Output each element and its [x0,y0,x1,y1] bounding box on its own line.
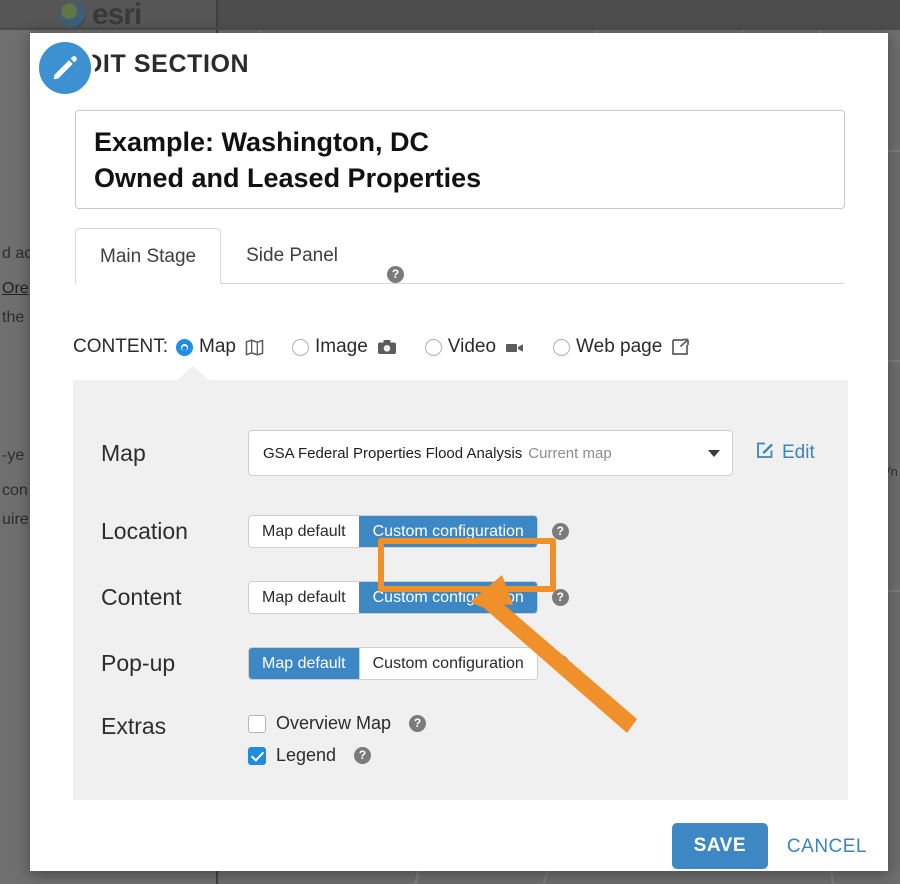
settings-row-location: Location Map default Custom configuratio… [73,515,848,548]
location-toggle-group: Map default Custom configuration [248,515,538,548]
tab-main-stage[interactable]: Main Stage [75,228,221,284]
save-button[interactable]: SAVE [672,823,768,869]
map-settings-panel: Map GSA Federal Properties Flood Analysi… [73,380,848,800]
radio-option-video[interactable]: Video [425,336,525,358]
popup-toggle-group: Map default Custom configuration [248,647,538,680]
section-title-text: Example: Washington, DC Owned and Leased… [94,125,826,197]
edit-map-label: Edit [782,442,815,464]
radio-map-indicator[interactable] [176,339,193,356]
tab-side-panel[interactable]: Side Panel [221,227,363,283]
checkbox-overview-map[interactable]: Overview Map ? [248,713,426,734]
section-title-input[interactable]: Example: Washington, DC Owned and Leased… [75,110,845,209]
content-type-selector: CONTENT: Map Image Video Web page [73,336,718,358]
extras-checkbox-list: Overview Map ? Legend ? [248,713,426,766]
settings-row-map: Map GSA Federal Properties Flood Analysi… [73,430,848,476]
settings-row-popup: Pop-up Map default Custom configuration … [73,647,848,680]
location-custom-configuration-button[interactable]: Custom configuration [359,516,537,547]
camera-icon [377,339,397,355]
checkbox-legend[interactable]: Legend ? [248,745,426,766]
pencil-icon [35,38,95,98]
radio-image-indicator[interactable] [292,339,309,356]
edit-square-pencil-icon [755,440,775,466]
radio-option-image[interactable]: Image [292,336,397,358]
panel-caret-icon [176,366,210,381]
map-icon [245,339,264,356]
legend-checkbox[interactable] [248,747,266,765]
settings-row-extras: Extras Overview Map ? Legend ? [73,713,848,766]
content-row-label: Content [73,584,248,611]
tab-side-panel-label: Side Panel [246,245,338,267]
map-select-dropdown[interactable]: GSA Federal Properties Flood Analysis Cu… [248,430,733,476]
help-icon[interactable]: ? [552,655,569,672]
chevron-down-icon [708,450,720,457]
radio-image-label: Image [315,336,368,358]
popup-row-label: Pop-up [73,650,248,677]
content-toggle-group: Map default Custom configuration [248,581,538,614]
radio-map-label: Map [199,336,236,358]
external-link-icon [671,338,690,356]
legend-label: Legend [276,745,336,766]
popup-custom-configuration-button[interactable]: Custom configuration [359,648,537,679]
content-map-default-button[interactable]: Map default [249,582,359,613]
content-custom-configuration-button[interactable]: Custom configuration [359,582,537,613]
map-select-value: GSA Federal Properties Flood Analysis [263,445,522,462]
radio-option-map[interactable]: Map [176,336,264,358]
map-select-note: Current map [528,445,611,462]
edit-section-dialog: EDIT SECTION Example: Washington, DC Own… [30,33,888,871]
video-camera-icon [505,341,525,354]
tab-bar: Main Stage Side Panel ? [75,228,845,284]
location-row-label: Location [73,518,248,545]
location-map-default-button[interactable]: Map default [249,516,359,547]
radio-webpage-indicator[interactable] [553,339,570,356]
content-label: CONTENT: [73,336,168,358]
overview-map-checkbox[interactable] [248,715,266,733]
overview-map-label: Overview Map [276,713,391,734]
edit-map-link[interactable]: Edit [755,440,815,466]
radio-option-webpage[interactable]: Web page [553,336,690,358]
popup-map-default-button[interactable]: Map default [249,648,359,679]
radio-video-label: Video [448,336,496,358]
settings-row-content: Content Map default Custom configuration… [73,581,848,614]
radio-video-indicator[interactable] [425,339,442,356]
help-icon[interactable]: ? [552,523,569,540]
extras-row-label: Extras [73,713,248,740]
help-icon[interactable]: ? [552,589,569,606]
help-icon[interactable]: ? [409,715,426,732]
map-row-label: Map [73,440,248,467]
tab-main-stage-label: Main Stage [100,246,196,268]
radio-webpage-label: Web page [576,336,662,358]
cancel-button[interactable]: CANCEL [781,823,873,869]
help-icon[interactable]: ? [387,266,404,283]
help-icon[interactable]: ? [354,747,371,764]
